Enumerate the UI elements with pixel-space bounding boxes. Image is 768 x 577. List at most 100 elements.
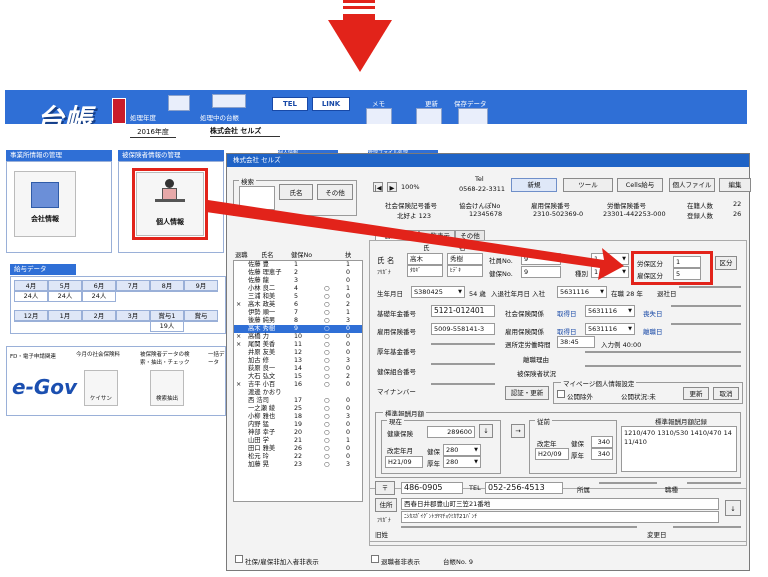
koyoku-field[interactable]: 5 — [673, 268, 701, 280]
mei-kana-field[interactable]: ﾋﾃﾞｷ — [447, 265, 483, 277]
kenko-ge-field[interactable]: 289600 — [427, 426, 475, 438]
employee-row[interactable]: 三浦 和美 5 ○ 0 — [234, 293, 362, 301]
juzen-date-field[interactable]: H20/09 — [535, 448, 569, 460]
employee-row[interactable]: 佐藤 豊 1 1 — [234, 261, 362, 269]
shift-arrow-button[interactable]: → — [511, 424, 525, 438]
employee-row[interactable]: 加藤 晃 23 ○ 3 — [234, 461, 362, 469]
shubetsu-select[interactable]: 1 — [591, 266, 629, 278]
nintei-button[interactable]: 認証・更新 — [505, 386, 549, 400]
employee-row[interactable]: 荻原 良一 14 ○ 0 — [234, 365, 362, 373]
employee-row[interactable]: 神部 幸子 20 ○ 0 — [234, 429, 362, 437]
kosei-field[interactable] — [431, 343, 495, 345]
employee-row[interactable]: × 高橋 力 10 ○ 0 — [234, 333, 362, 341]
first-record-button[interactable]: |◀ — [373, 182, 383, 192]
rireki-textarea[interactable]: 1210/470 1310/530 1410/470 1411/410 — [621, 426, 737, 472]
rishoku-label[interactable]: 離職日 — [643, 326, 663, 336]
kaitei-field[interactable]: H21/09 — [385, 456, 423, 468]
employee-list[interactable]: 佐藤 豊 1 1 佐藤 理恵子 2 0 佐藤 龍 3 0 小林 良二 4 ○ 1 三浦 和美 5 ○ 0 × 高木 … — [233, 260, 363, 502]
shokushu-select[interactable] — [687, 482, 741, 484]
seibetsu-select[interactable]: 1 — [591, 253, 629, 265]
shakai-soshitsu-label[interactable]: 喪失日 — [643, 308, 663, 318]
ledger-switch-icon[interactable] — [212, 94, 246, 108]
employee-row[interactable]: 西 浩司 17 ○ 0 — [234, 397, 362, 405]
kosei2-field[interactable]: 280 — [443, 456, 481, 468]
kubun-button[interactable]: 区分 — [715, 256, 737, 270]
employee-row[interactable]: 内野 猛 19 ○ 0 — [234, 421, 362, 429]
address-field[interactable]: 西春日井郡豊山町三笠21番地 — [401, 498, 719, 510]
name-search-button[interactable]: 氏名 — [279, 184, 313, 200]
employee-row[interactable]: 小林 良二 4 ○ 1 — [234, 285, 362, 293]
koyo-date-field[interactable]: 5631116 — [585, 323, 635, 335]
sei-field[interactable]: 高木 — [407, 253, 443, 265]
employee-row[interactable]: 後藤 純男 8 ○ 3 — [234, 317, 362, 325]
kokai-checkbox[interactable] — [557, 390, 565, 398]
taisha-field[interactable] — [679, 286, 741, 288]
tel-field[interactable]: 052-256-4513 — [485, 482, 563, 494]
other-search-button[interactable]: その他 — [317, 184, 353, 200]
shuro-field[interactable]: 38:45 — [557, 336, 595, 348]
juzen-kenpo-field[interactable]: 340 — [591, 436, 613, 448]
cells-button[interactable]: Cells給与 — [617, 178, 663, 192]
soshitsu-field[interactable] — [671, 305, 741, 307]
employee-row[interactable]: 山田 学 21 ○ 1 — [234, 437, 362, 445]
shozoku-select[interactable] — [599, 482, 657, 484]
mynumber-field[interactable] — [431, 383, 495, 385]
kenkokumi-field[interactable] — [431, 363, 495, 365]
mei-field[interactable]: 秀樹 — [447, 253, 483, 265]
kenko-ge-down-button[interactable]: ↓ — [479, 424, 493, 438]
rishoku-field[interactable] — [671, 323, 741, 325]
koshin-button[interactable]: 更新 — [683, 387, 709, 400]
egov-logo[interactable]: e-Gov — [12, 375, 77, 399]
address-down-button[interactable]: ↓ — [725, 500, 741, 516]
personal-info-card[interactable]: 個人情報 — [136, 172, 204, 236]
tab-sonota[interactable]: その他 — [455, 230, 485, 240]
tool-button[interactable]: ツール — [563, 178, 613, 192]
shakai-date-field[interactable]: 5631116 — [585, 305, 635, 317]
hide-nonmember-checkbox[interactable] — [235, 555, 243, 563]
employee-row[interactable]: 田口 雅美 26 ○ 0 — [234, 445, 362, 453]
tel-button[interactable]: TEL — [272, 97, 308, 111]
personal-file-button[interactable]: 個人ファイル — [669, 178, 715, 192]
employee-row[interactable]: 小柳 雅也 18 ○ 3 — [234, 413, 362, 421]
employee-row[interactable]: 伊勢 順一 7 ○ 1 — [234, 309, 362, 317]
koyo-shutoku-label[interactable]: 取得日 — [557, 326, 577, 336]
employee-row[interactable]: 佐藤 龍 3 0 — [234, 277, 362, 285]
employee-row[interactable]: 佐藤 理恵子 2 0 — [234, 269, 362, 277]
employee-row[interactable]: 一之瀬 綾 25 ○ 0 — [234, 405, 362, 413]
company-info-card[interactable]: 会社情報 — [14, 171, 76, 237]
employee-row[interactable]: 井原 友美 12 ○ 0 — [234, 349, 362, 357]
koyoban-field[interactable]: 5009-558141-3 — [431, 323, 495, 335]
employee-row[interactable]: 渡邊 かおり — [234, 389, 362, 397]
employee-row[interactable]: 高木 秀樹 9 ○ 0 — [234, 325, 362, 333]
rishoku-riyu-field[interactable] — [585, 351, 741, 353]
rohoku-field[interactable]: 1 — [673, 256, 701, 268]
kensaku-card[interactable]: 検索抽出 — [150, 370, 184, 406]
kenpo2-field[interactable]: 280 — [443, 444, 481, 456]
next-record-button[interactable]: ▶ — [387, 182, 397, 192]
address-kana-field[interactable]: ﾆｼｶｽｶﾞｲｸﾞﾝﾄﾖﾔﾏﾁｮｳﾐｶｻ21ﾊﾞﾝﾁ — [401, 511, 719, 523]
shain-field[interactable]: 9 — [521, 253, 561, 265]
address-button[interactable]: 住所 — [375, 498, 397, 512]
employee-row[interactable]: 松元 玲 22 ○ 0 — [234, 453, 362, 461]
zip-field[interactable]: 486-0905 — [401, 482, 463, 494]
nyusha-field[interactable]: 5631116 — [557, 286, 607, 298]
kyusei-field[interactable] — [401, 526, 637, 528]
keisan-card[interactable]: ケイサン — [84, 370, 118, 406]
kenpo-field[interactable]: 9 — [521, 266, 561, 278]
new-button[interactable]: 新規 — [511, 178, 557, 192]
juzen-kosei-field[interactable]: 340 — [591, 448, 613, 460]
document-icon[interactable] — [168, 95, 190, 111]
edit-button[interactable]: 編集 — [719, 178, 751, 192]
torikeshi-button[interactable]: 取消 — [713, 387, 739, 400]
tab-ichiran[interactable]: 一覧表示 — [419, 230, 455, 240]
birth-field[interactable]: S380425 — [411, 286, 465, 298]
hihoken-field[interactable] — [585, 365, 741, 367]
employee-row[interactable]: × 高木 政英 6 ○ 2 — [234, 301, 362, 309]
henkobi-field[interactable] — [673, 526, 741, 528]
employee-row[interactable]: × 吉平 小百 16 ○ 0 — [234, 381, 362, 389]
sei-kana-field[interactable]: ﾀｶｷﾞ — [407, 265, 443, 277]
kiso-field[interactable]: 5121-012401 — [431, 305, 495, 317]
link-button[interactable]: LINK — [312, 97, 350, 111]
zip-button[interactable]: 〒 — [375, 481, 395, 495]
tab-kojin[interactable]: 個人情報 — [375, 230, 419, 240]
